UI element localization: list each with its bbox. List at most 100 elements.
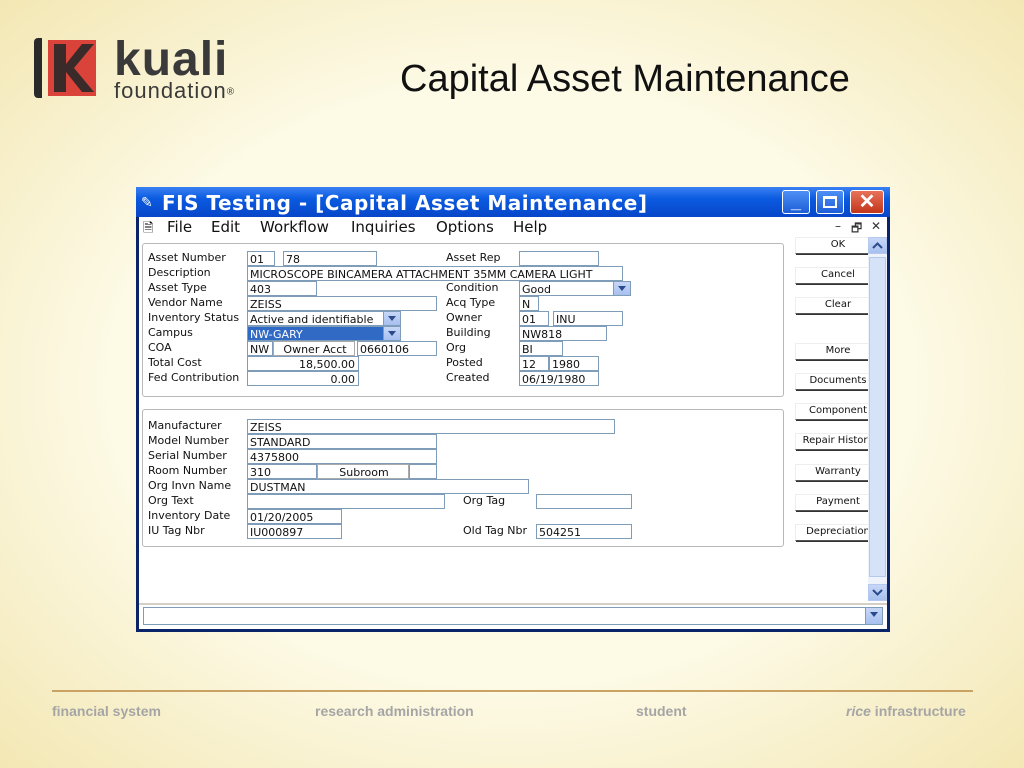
total-cost-label: Total Cost: [148, 356, 202, 369]
campus-label: Campus: [148, 326, 193, 339]
menu-inquiries[interactable]: Inquiries: [351, 218, 416, 236]
window-client: 🗎 File Edit Workflow Inquiries Options H…: [139, 217, 887, 629]
old-tag-nbr-label: Old Tag Nbr: [463, 524, 528, 537]
campus-value: NW-GARY: [250, 328, 303, 341]
building-label: Building: [446, 326, 491, 339]
owner-name-field[interactable]: INU: [553, 311, 623, 326]
menu-help[interactable]: Help: [513, 218, 547, 236]
footer-research-administration: research administration: [315, 703, 474, 719]
menu-bar: 🗎 File Edit Workflow Inquiries Options H…: [139, 217, 887, 237]
total-cost-field[interactable]: 18,500.00: [247, 356, 359, 371]
vertical-scrollbar[interactable]: [868, 237, 887, 601]
building-field[interactable]: NW818: [519, 326, 607, 341]
app-icon: ✎: [141, 194, 153, 210]
scroll-thumb[interactable]: [869, 257, 886, 577]
condition-label: Condition: [446, 281, 499, 294]
org-tag-field[interactable]: [536, 494, 632, 509]
owner-acct-label: Owner Acct: [273, 341, 355, 356]
org-text-label: Org Text: [148, 494, 194, 507]
manufacturer-field[interactable]: ZEISS: [247, 419, 615, 434]
org-field[interactable]: BI: [519, 341, 563, 356]
old-tag-nbr-field[interactable]: 504251: [536, 524, 632, 539]
footer-divider: [52, 690, 973, 692]
mdi-close-icon[interactable]: ✕: [871, 219, 881, 233]
minimize-icon[interactable]: _: [782, 190, 810, 214]
model-number-field[interactable]: STANDARD: [247, 434, 437, 449]
menu-workflow[interactable]: Workflow: [260, 218, 329, 236]
model-number-label: Model Number: [148, 434, 229, 447]
status-separator: [139, 603, 887, 605]
menu-edit[interactable]: Edit: [211, 218, 240, 236]
inventory-date-label: Inventory Date: [148, 509, 231, 522]
posted-label: Posted: [446, 356, 483, 369]
logo-registered-mark: ®: [226, 86, 236, 98]
footer-rice: rice: [846, 703, 871, 719]
asset-rep-field[interactable]: [519, 251, 599, 266]
created-label: Created: [446, 371, 490, 384]
room-number-field[interactable]: 310: [247, 464, 317, 479]
description-label: Description: [148, 266, 211, 279]
condition-value: Good: [522, 283, 551, 296]
chevron-down-icon[interactable]: [383, 312, 400, 325]
scroll-up-icon[interactable]: [868, 237, 887, 254]
org-invn-name-label: Org Invn Name: [148, 479, 232, 492]
inventory-status-value: Active and identifiable: [250, 313, 374, 326]
vendor-name-field[interactable]: ZEISS: [247, 296, 437, 311]
chevron-down-icon[interactable]: [865, 608, 882, 624]
slide-title: Capital Asset Maintenance: [400, 58, 850, 100]
menu-options[interactable]: Options: [436, 218, 494, 236]
fed-contribution-field[interactable]: 0.00: [247, 371, 359, 386]
window-title: FIS Testing - [Capital Asset Maintenance…: [162, 191, 648, 215]
owner-code-field[interactable]: 01: [519, 311, 549, 326]
org-label: Org: [446, 341, 466, 354]
serial-number-label: Serial Number: [148, 449, 227, 462]
posted-period-field[interactable]: 12: [519, 356, 549, 371]
owner-label: Owner: [446, 311, 482, 324]
chevron-down-icon[interactable]: [613, 282, 630, 295]
menu-file[interactable]: File: [167, 218, 192, 236]
asset-type-label: Asset Type: [148, 281, 207, 294]
title-bar[interactable]: ✎ FIS Testing - [Capital Asset Maintenan…: [136, 187, 890, 217]
scroll-down-icon[interactable]: [868, 584, 887, 601]
status-combo[interactable]: [143, 607, 883, 625]
chevron-down-icon[interactable]: [383, 327, 400, 340]
posted-year-field[interactable]: 1980: [549, 356, 599, 371]
coa-label: COA: [148, 341, 172, 354]
org-invn-name-field[interactable]: DUSTMAN: [247, 479, 529, 494]
asset-number-field[interactable]: 78: [283, 251, 377, 266]
acq-type-field[interactable]: N: [519, 296, 539, 311]
vendor-name-label: Vendor Name: [148, 296, 223, 309]
footer-student: student: [636, 703, 687, 719]
campus-select[interactable]: NW-GARY: [247, 326, 401, 341]
asset-type-field[interactable]: 403: [247, 281, 317, 296]
logo-subtitle: foundation®: [114, 78, 235, 104]
org-text-field[interactable]: [247, 494, 445, 509]
mdi-minimize-icon[interactable]: –: [835, 219, 841, 233]
subroom-field[interactable]: [409, 464, 437, 479]
iu-tag-nbr-label: IU Tag Nbr: [148, 524, 205, 537]
room-number-label: Room Number: [148, 464, 228, 477]
org-tag-label: Org Tag: [463, 494, 506, 507]
form-area: Asset Number 01 78 Description MICROSCOP…: [139, 237, 881, 601]
condition-select[interactable]: Good: [519, 281, 631, 296]
description-field[interactable]: MICROSCOPE BINCAMERA ATTACHMENT 35MM CAM…: [247, 266, 623, 281]
logo-sub-text: foundation: [114, 78, 227, 103]
iu-tag-nbr-field[interactable]: IU000897: [247, 524, 342, 539]
acq-type-label: Acq Type: [446, 296, 496, 309]
owner-acct-field[interactable]: 0660106: [357, 341, 437, 356]
logo-bracket: [34, 38, 42, 98]
maximize-icon[interactable]: [816, 190, 844, 214]
created-field[interactable]: 06/19/1980: [519, 371, 599, 386]
logo-k-mark: [48, 40, 96, 96]
kuali-logo: kuali foundation®: [34, 33, 294, 104]
inventory-date-field[interactable]: 01/20/2005: [247, 509, 342, 524]
close-icon[interactable]: ✕: [850, 190, 884, 214]
app-window: ✎ FIS Testing - [Capital Asset Maintenan…: [136, 187, 890, 632]
asset-number-prefix-field[interactable]: 01: [247, 251, 275, 266]
fed-contribution-label: Fed Contribution: [148, 371, 240, 384]
inventory-status-select[interactable]: Active and identifiable: [247, 311, 401, 326]
coa-field[interactable]: NW: [247, 341, 273, 356]
serial-number-field[interactable]: 4375800: [247, 449, 437, 464]
footer-infrastructure: infrastructure: [870, 703, 966, 719]
subroom-label: Subroom: [317, 464, 409, 479]
